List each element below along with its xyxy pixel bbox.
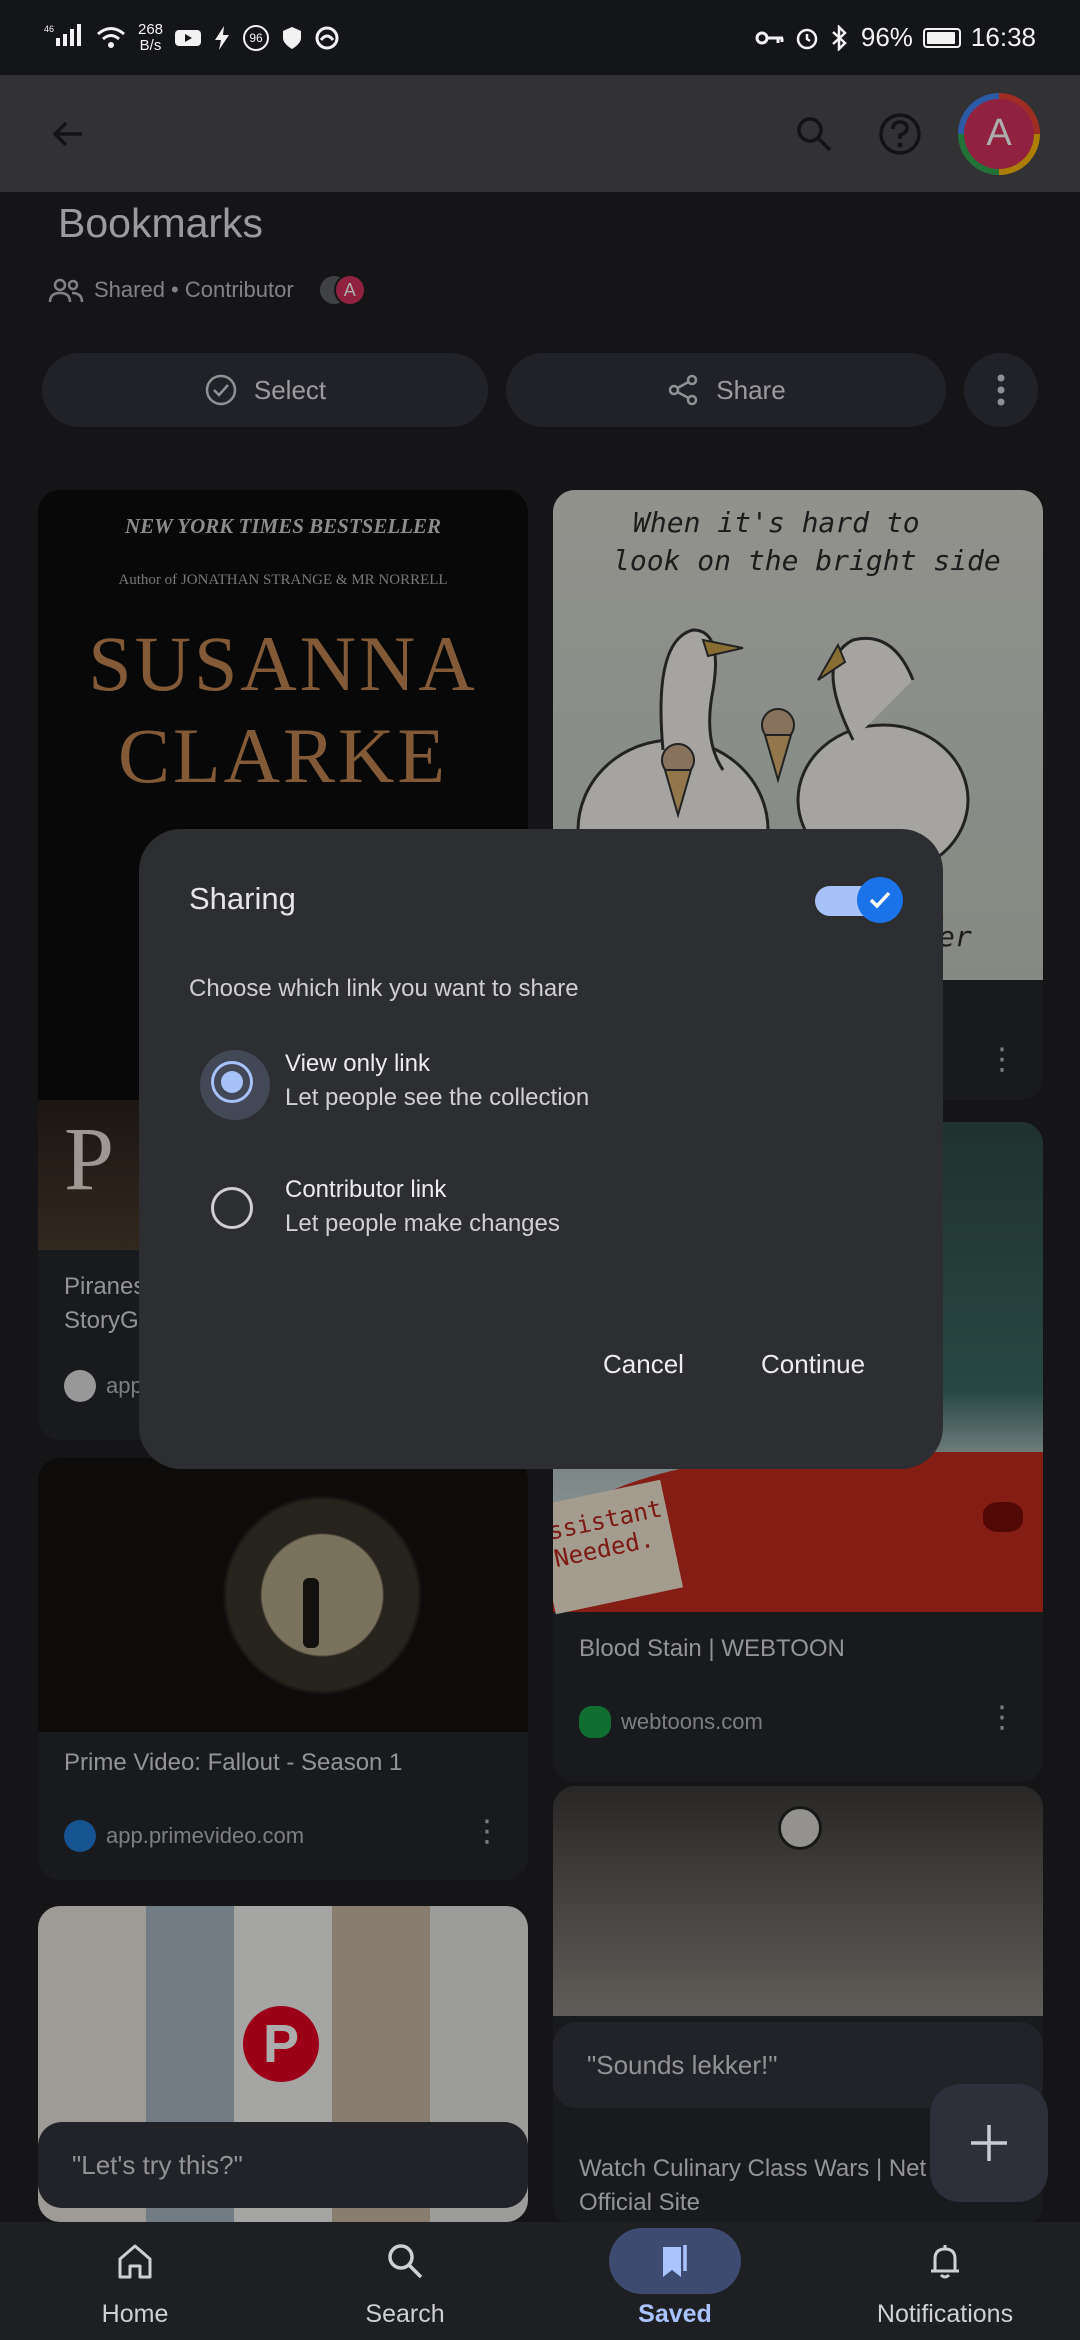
signal-icon: 46: [44, 23, 81, 46]
pinterest-note[interactable]: "Let's try this?": [38, 2122, 528, 2208]
nav-notifications[interactable]: Notifications: [810, 2222, 1080, 2340]
app-bar: A: [0, 75, 1080, 192]
check-icon: [869, 891, 891, 909]
network-speed: 268 B/s: [138, 20, 164, 54]
share-meta-text: Shared • Contributor: [94, 277, 294, 302]
comic-tail-text: er: [938, 920, 972, 953]
prime-video-icon: [64, 1820, 96, 1852]
status-bar: 46 268 B/s 96 96% 16:38: [0, 0, 1080, 75]
alarm-icon: [796, 28, 818, 49]
sharing-toggle[interactable]: [815, 877, 903, 923]
book-bestseller-text: NEW YORK TIMES BESTSELLER: [124, 514, 442, 538]
page-title: Bookmarks: [58, 200, 264, 246]
bell-icon: [931, 2245, 959, 2279]
member-avatars: A: [317, 274, 366, 306]
card-more-button[interactable]: ⋮: [987, 1042, 1017, 1077]
share-label: Share: [716, 374, 786, 405]
option-desc: Let people see the collection: [285, 1084, 590, 1111]
book-author-line: Author of JONATHAN STRANGE & MR NORRELL: [118, 572, 448, 588]
comic-caption: When it's hard to look on the bright sid…: [613, 506, 1001, 577]
sharing-dialog: Sharing Choose which link you want to sh…: [139, 829, 943, 1469]
signal-indicator: 46: [44, 22, 84, 54]
pinterest-logo-icon: P: [243, 2006, 319, 2082]
share-meta[interactable]: Shared • Contributor A: [48, 274, 366, 306]
flash-icon: [215, 25, 230, 50]
search-button[interactable]: [786, 106, 842, 162]
option-title: View only link: [285, 1050, 430, 1077]
back-button[interactable]: [40, 106, 96, 162]
vpn-key-icon: [755, 31, 784, 44]
webtoon-card-title: Blood Stain | WEBTOON: [579, 1635, 845, 1662]
select-button[interactable]: Select: [42, 353, 488, 427]
bluetooth-icon: [832, 24, 847, 51]
battery-icon: [922, 27, 961, 48]
radio-contributor[interactable]: [211, 1187, 253, 1229]
select-label: Select: [253, 374, 327, 405]
svg-text:46: 46: [44, 24, 54, 34]
help-icon: [879, 112, 921, 155]
option-view-only-link[interactable]: View only link Let people see the collec…: [200, 1047, 590, 1120]
card-more-button[interactable]: ⋮: [472, 1814, 502, 1849]
bookmark-card-fallout[interactable]: Prime Video: Fallout - Season 1 app.prim…: [38, 1458, 528, 1880]
add-icon: [971, 2125, 1007, 2161]
youtube-icon: [175, 29, 202, 46]
radio-view-only[interactable]: [200, 1050, 270, 1120]
account-avatar[interactable]: A: [958, 92, 1040, 175]
culinary-image: [553, 1786, 1043, 2016]
nav-saved[interactable]: Saved: [540, 2222, 810, 2340]
more-options-button[interactable]: [964, 353, 1038, 427]
badge-96-icon: 96: [243, 24, 270, 51]
culinary-card-title: Watch Culinary Class Wars | Net Official…: [579, 2155, 927, 2216]
webtoon-card-source: webtoons.com: [579, 1706, 763, 1738]
option-desc: Let people make changes: [285, 1210, 560, 1237]
book-card-source: app: [64, 1370, 143, 1402]
continue-button[interactable]: Continue: [761, 1349, 865, 1380]
check-circle-icon: [205, 374, 237, 406]
bookmarks-icon: [663, 2245, 687, 2277]
add-fab-button[interactable]: [930, 2084, 1048, 2202]
fallout-image: [38, 1458, 528, 1732]
fallout-card-title: Prime Video: Fallout - Season 1: [64, 1749, 403, 1776]
search-icon: [797, 116, 832, 151]
bottom-navigation: Home Search Saved Notifications: [0, 2222, 1080, 2340]
dialog-prompt: Choose which link you want to share: [189, 975, 579, 1002]
option-title: Contributor link: [285, 1176, 447, 1203]
cancel-button[interactable]: Cancel: [603, 1349, 684, 1380]
book-author-name: SUSANNA CLARKE: [88, 620, 478, 799]
people-icon: [48, 278, 84, 303]
help-button[interactable]: [872, 106, 928, 162]
share-icon: [669, 374, 698, 406]
book-card-title: Piranes StoryG: [64, 1273, 146, 1334]
shield-icon: [283, 26, 302, 49]
dialog-title: Sharing: [189, 881, 296, 916]
more-vert-icon: [997, 374, 1005, 406]
wifi-icon: [97, 26, 125, 48]
member-avatar: A: [333, 274, 366, 306]
app-notification-icon: [315, 26, 339, 49]
nav-home[interactable]: Home: [0, 2222, 270, 2340]
search-icon: [388, 2244, 423, 2279]
battery-percent: 96%: [860, 22, 913, 52]
arrow-back-icon: [52, 121, 82, 146]
option-contributor-link[interactable]: Contributor link Let people make changes: [211, 1173, 560, 1241]
share-button[interactable]: Share: [506, 353, 946, 427]
card-more-button[interactable]: ⋮: [987, 1700, 1017, 1735]
home-icon: [118, 2244, 152, 2279]
fallout-card-source: app.primevideo.com: [64, 1820, 304, 1852]
webtoon-icon: [579, 1706, 611, 1738]
library-icon: [64, 1370, 96, 1402]
nav-search[interactable]: Search: [270, 2222, 540, 2340]
clock: 16:38: [970, 22, 1036, 52]
